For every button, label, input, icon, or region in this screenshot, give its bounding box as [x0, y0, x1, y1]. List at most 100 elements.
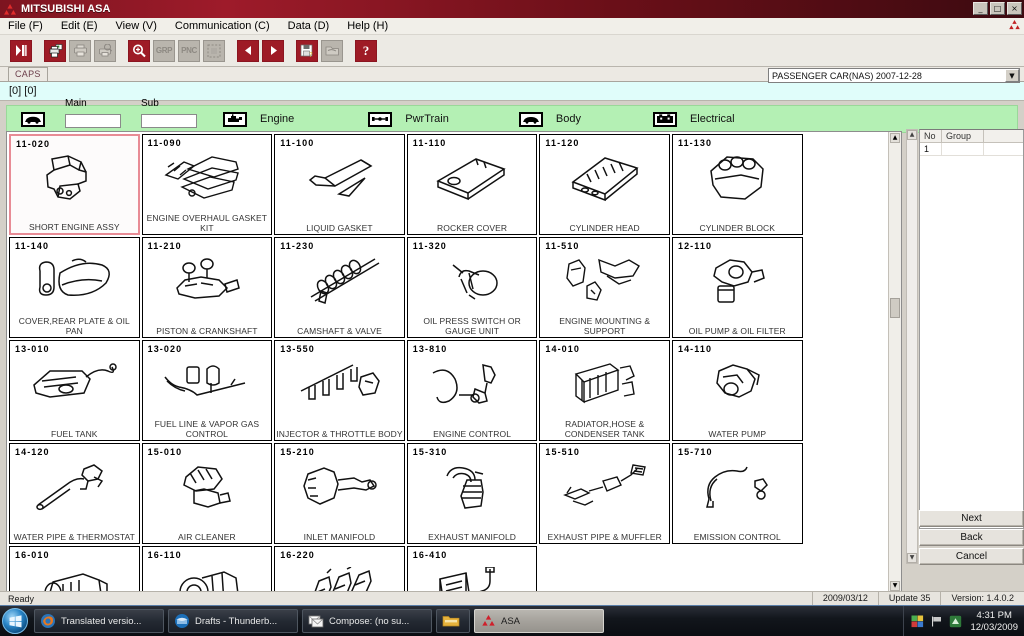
selection-scrollbar[interactable]: ▲ ▼ [906, 129, 918, 564]
catalog-card-caption: EMISSION CONTROL [693, 532, 781, 542]
scroll-up-icon[interactable]: ▲ [890, 133, 900, 143]
catalog-card[interactable]: 11-120 CYLINDER HEAD [539, 134, 670, 235]
catalog-scroll-thumb[interactable] [890, 297, 900, 318]
forward-button[interactable] [262, 39, 284, 62]
catalog-card[interactable]: 11-510 ENGINE MOUNTING & SUPPORT [539, 237, 670, 338]
sub-input[interactable] [141, 113, 197, 128]
catalog-card[interactable]: 15-210 INLET MANIFOLD [274, 443, 405, 544]
status-date: 2009/03/12 [811, 592, 878, 605]
catalog-card[interactable]: 16-220 [274, 546, 405, 592]
taskbar-item-firefox[interactable]: Translated versio... [34, 609, 164, 633]
catalog-card-code: 11-140 [15, 241, 50, 251]
catalog-card[interactable]: 13-020 FUEL LINE & VAPOR GAS CONTROL [141, 340, 273, 441]
catalog-card[interactable]: 11-140 COVER,REAR PLATE & OIL PAN [9, 237, 140, 338]
tray-colorful-icon[interactable] [910, 615, 924, 629]
tray-flag-icon[interactable] [929, 615, 943, 629]
group-engine[interactable]: Engine [223, 111, 294, 127]
tray-app-icon[interactable] [948, 615, 962, 629]
close-button[interactable]: × [1007, 2, 1022, 15]
menu-item-communication[interactable]: Communication (C) [175, 19, 278, 33]
car-body-icon[interactable] [518, 111, 543, 127]
chevron-down-icon[interactable]: ▼ [1005, 69, 1019, 82]
catalog-card[interactable]: 13-010 FUEL TANK [9, 340, 140, 441]
catalog-card[interactable]: 16-110 [141, 546, 273, 592]
mitsubishi-icon [479, 612, 497, 630]
catalog-card[interactable]: 14-110 WATER PUMP [671, 340, 803, 441]
menu-item-data[interactable]: Data (D) [288, 19, 338, 33]
group-body[interactable]: Body [518, 111, 581, 127]
menu-item-help[interactable]: Help (H) [347, 19, 396, 33]
catalog-card[interactable]: 12-110 OIL PUMP & OIL FILTER [671, 237, 803, 338]
emission-control-icon [673, 458, 802, 516]
catalog-card-caption: ROCKER COVER [437, 223, 508, 233]
catalog-card-code: 14-120 [15, 447, 50, 457]
scroll-down-icon[interactable]: ▼ [890, 581, 900, 591]
main-field-label: Main [65, 98, 87, 109]
catalog-card[interactable]: 11-210 PISTON & CRANKSHAFT [141, 237, 273, 338]
category-nav-bar: Main Sub Engine PwrTrain Body Electrical [6, 98, 1018, 133]
catalog-card[interactable]: 13-810 ENGINE CONTROL [406, 340, 538, 441]
battery-icon[interactable] [652, 111, 677, 127]
catalog-card[interactable]: 11-110 ROCKER COVER [406, 134, 538, 235]
engine-icon[interactable] [223, 111, 247, 127]
system-clock[interactable]: 4:31 PM 12/03/2009 [970, 610, 1018, 634]
cancel-button[interactable]: Cancel [919, 548, 1024, 565]
injector-icon [275, 355, 404, 413]
catalog-card[interactable]: 15-310 EXHAUST MANIFOLD [406, 443, 538, 544]
menu-item-view[interactable]: View (V) [116, 19, 165, 33]
catalog-card[interactable]: 11-130 CYLINDER BLOCK [671, 134, 803, 235]
clock-date: 12/03/2009 [970, 621, 1018, 633]
catalog-card[interactable]: 15-510 EXHAUST PIPE & MUFFLER [539, 443, 670, 544]
car-icon[interactable] [21, 111, 45, 127]
first-page-button[interactable] [10, 39, 32, 62]
catalog-card-caption: CAMSHAFT & VALVE [297, 326, 382, 336]
catalog-card[interactable]: 11-020 SHORT ENGINE ASSY [9, 134, 140, 235]
catalog-card[interactable]: 13-550 INJECTOR & THROTTLE BODY [274, 340, 405, 441]
catalog-card[interactable]: 15-010 AIR CLEANER [141, 443, 273, 544]
catalog-card[interactable]: 11-090 ENGINE OVERHAUL GASKET KIT [141, 134, 273, 235]
catalog-card[interactable]: 15-710 EMISSION CONTROL [671, 443, 803, 544]
help-button[interactable]: ? [355, 39, 377, 62]
menu-item-file[interactable]: File (F) [8, 19, 51, 33]
axle-icon[interactable] [368, 111, 393, 127]
catalog-scrollbar[interactable]: ▲ ▼ [888, 132, 901, 592]
ignition-coil-icon [408, 561, 537, 592]
taskbar-item-asa[interactable]: ASA [474, 609, 604, 633]
back-button[interactable] [237, 39, 259, 62]
back-button[interactable]: Back [919, 529, 1024, 546]
menu-item-edit[interactable]: Edit (E) [61, 19, 106, 33]
selection-scroll-up-icon[interactable]: ▲ [907, 130, 917, 140]
model-selector[interactable]: PASSENGER CAR(NAS) 2007-12-28 ▼ [768, 68, 1020, 83]
catalog-card[interactable]: 16-410 [406, 546, 538, 592]
selection-table: No Group 1 [919, 129, 1024, 529]
catalog-card[interactable]: 14-010 RADIATOR,HOSE & CONDENSER TANK [539, 340, 670, 441]
mitsubishi-logo-icon [2, 1, 18, 17]
maximize-button[interactable]: □ [990, 2, 1005, 15]
catalog-card-code: 11-120 [545, 138, 580, 148]
group-electrical[interactable]: Electrical [652, 111, 735, 127]
main-input[interactable] [65, 113, 121, 128]
catalog-card[interactable]: 16-010 [9, 546, 140, 592]
taskbar-item-thunderbird-label: Drafts - Thunderb... [195, 615, 278, 627]
catalog-card[interactable]: 14-120 WATER PIPE & THERMOSTAT [9, 443, 140, 544]
taskbar-item-explorer[interactable] [436, 609, 470, 633]
pnc-button-label: PNC [181, 46, 197, 55]
start-button[interactable] [2, 608, 28, 634]
print-setup-button[interactable] [44, 39, 66, 62]
catalog-card-code: 15-210 [280, 447, 315, 457]
taskbar-item-thunderbird[interactable]: Drafts - Thunderb... [168, 609, 298, 633]
save-button[interactable]: ? [296, 39, 318, 62]
table-row[interactable]: 1 [920, 143, 1023, 156]
minimize-button[interactable]: _ [973, 2, 988, 15]
catalog-card[interactable]: 11-100 LIQUID GASKET [274, 134, 405, 235]
catalog-card[interactable]: 11-320 OIL PRESS SWITCH OR GAUGE UNIT [406, 237, 538, 338]
catalog-card-code: 11-510 [545, 241, 580, 251]
catalog-card[interactable]: 11-230 CAMSHAFT & VALVE [274, 237, 405, 338]
tab-caps[interactable]: CAPS [8, 67, 48, 81]
zoom-button[interactable] [128, 39, 150, 62]
selection-scroll-down-icon[interactable]: ▼ [907, 553, 917, 563]
next-button[interactable]: Next [919, 510, 1024, 527]
taskbar-item-compose[interactable]: Compose: (no su... [302, 609, 432, 633]
engine-block-assy-icon [11, 150, 138, 208]
group-pwrtrain[interactable]: PwrTrain [368, 111, 449, 127]
